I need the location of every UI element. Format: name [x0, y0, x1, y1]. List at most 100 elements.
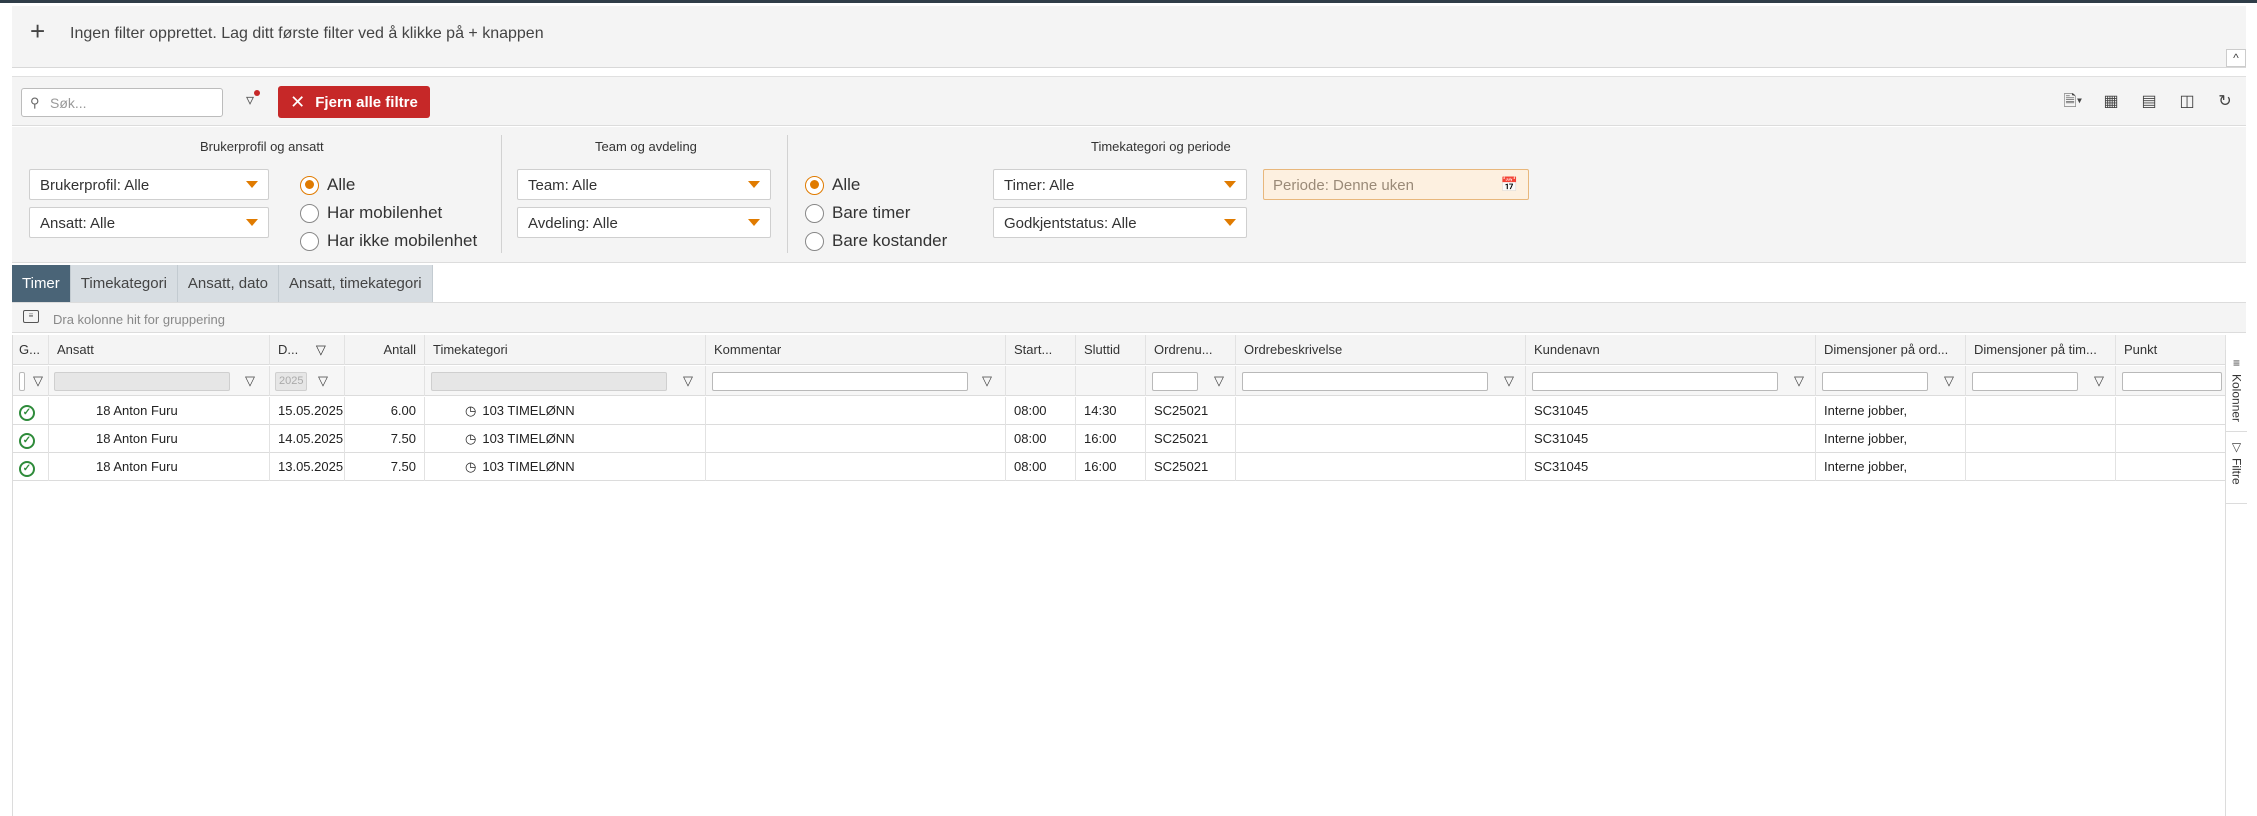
search-input[interactable] [50, 93, 218, 113]
columns-panel-label: Kolonner [2229, 374, 2244, 423]
layout-icon[interactable]: ▤ [2138, 91, 2160, 113]
filter-input-ordrenr[interactable] [1152, 372, 1198, 391]
filter-bar: + Ingen filter opprettet. Lag ditt først… [12, 6, 2246, 68]
table-row[interactable]: ✓ 18 Anton Furu 15.05.2025 6.00 ◷ 103 TIMELØN… [13, 397, 2226, 425]
filters-panel-label: Filtre [2229, 458, 2244, 485]
tab-ansatt-dato[interactable]: Ansatt, dato [177, 265, 279, 302]
add-filter-button[interactable]: + [30, 18, 45, 44]
filter-icon[interactable]: ▽ [982, 373, 992, 389]
radio-har-mobilenhet[interactable]: Har mobilenhet [300, 203, 442, 223]
filter-input-kommentar[interactable] [712, 372, 968, 391]
clear-all-filters-button[interactable]: ✕ Fjern alle filtre [278, 86, 430, 118]
filter-input-dim-time[interactable] [1972, 372, 2078, 391]
filter-input-g[interactable] [19, 372, 25, 391]
tab-ansatt-timekategori[interactable]: Ansatt, timekategori [278, 265, 433, 302]
close-icon: ✕ [290, 91, 306, 112]
table-row[interactable]: ✓ 18 Anton Furu 13.05.2025 7.50 ◷ 103 TIMELØN… [13, 453, 2226, 481]
grouping-bar[interactable]: ≡ Dra kolonne hit for gruppering [12, 302, 2246, 333]
brukerprofil-select[interactable]: Brukerprofil: Alle [29, 169, 269, 200]
filter-icon[interactable]: ▽ [1504, 373, 1514, 389]
columns-icon[interactable]: ◫ [2176, 91, 2198, 113]
column-header-kommentar[interactable]: Kommentar [706, 335, 1006, 365]
filter-icon[interactable]: ▽ [2094, 373, 2104, 389]
column-header-dim-ordre[interactable]: Dimensjoner på ord... [1816, 335, 1966, 365]
avdeling-select[interactable]: Avdeling: Alle [517, 207, 771, 238]
filter-cell-dim-time: ▽ [1966, 366, 2116, 396]
top-accent-line [0, 0, 2257, 3]
team-select[interactable]: Team: Alle [517, 169, 771, 200]
column-header-kundenavn[interactable]: Kundenavn [1526, 335, 1816, 365]
cell-kundenavn-text: SC31045 [1534, 459, 1589, 474]
cell-dim-ordre: Interne jobber, [1816, 397, 1966, 425]
filter-icon[interactable]: ▽ [318, 373, 328, 389]
cell-dim-ordre-text: Interne jobber, [1824, 431, 1908, 446]
column-header-sluttid[interactable]: Sluttid [1076, 335, 1146, 365]
chevron-down-icon [748, 219, 760, 226]
filter-icon[interactable]: ▽ [245, 373, 255, 389]
column-header-ordrenr[interactable]: Ordrenu... [1146, 335, 1236, 365]
cell-start-text: 08:00 [1014, 403, 1047, 418]
columns-list-icon: ≡ [2232, 356, 2240, 370]
radio-har-ikke-mobilenhet[interactable]: Har ikke mobilenhet [300, 231, 477, 251]
filter-input-dim-ordre[interactable] [1822, 372, 1928, 391]
column-header-start[interactable]: Start... [1006, 335, 1076, 365]
radio-mobile-alle[interactable]: Alle [300, 175, 355, 195]
tab-timer[interactable]: Timer [12, 265, 71, 302]
side-panel: ≡ Kolonner ▽ Filtre [2225, 350, 2247, 816]
timer-select[interactable]: Timer: Alle [993, 169, 1247, 200]
tab-timekategori[interactable]: Timekategori [70, 265, 178, 302]
filters-panel-button[interactable]: ▽ Filtre [2226, 434, 2247, 504]
cell-dato-text: 13.05.2025 [278, 459, 344, 474]
filter-icon[interactable]: ▽ [1214, 373, 1224, 389]
filter-cell-timekategori: ▽ [425, 366, 706, 396]
filter-icon[interactable]: ▽ [683, 373, 693, 389]
column-header-ansatt[interactable]: Ansatt [49, 335, 270, 365]
filter-icon[interactable]: ▽ [1794, 373, 1804, 389]
radio-type-alle[interactable]: Alle [805, 175, 860, 195]
excel-icon[interactable]: ▦ [2100, 91, 2122, 113]
column-header-ordrebeskrivelse[interactable]: Ordrebeskrivelse [1236, 335, 1526, 365]
column-header-dato[interactable]: D... ▽ [270, 335, 345, 365]
filter-icon[interactable]: ▽ [1944, 373, 1954, 389]
cell-dim-ordre-text: Interne jobber, [1824, 459, 1908, 474]
collapse-filter-bar-button[interactable]: ^ [2226, 49, 2246, 67]
ansatt-select[interactable]: Ansatt: Alle [29, 207, 269, 238]
filter-icon[interactable]: ▽ [316, 342, 326, 357]
grid-header: G... Ansatt D... ▽ Antall Timekategori K… [13, 335, 2226, 365]
filter-input-punkt[interactable] [2122, 372, 2222, 391]
column-header-timekategori[interactable]: Timekategori [425, 335, 706, 365]
radio-off-icon [805, 231, 824, 251]
filter-cell-sluttid [1076, 366, 1146, 396]
avdeling-value: Avdeling: Alle [528, 215, 618, 232]
radio-off-icon [300, 231, 319, 251]
columns-panel-button[interactable]: ≡ Kolonner [2226, 350, 2247, 432]
approved-status: ✓ [13, 397, 49, 425]
filter-icon[interactable]: ▽ [33, 373, 43, 389]
grouping-hint: Dra kolonne hit for gruppering [53, 312, 225, 327]
cell-ordrebeskrivelse [1236, 425, 1526, 453]
table-row[interactable]: ✓ 18 Anton Furu 14.05.2025 7.50 ◷ 103 TIMELØN… [13, 425, 2226, 453]
export-icon[interactable]: 🗎▾ [2062, 91, 2084, 113]
refresh-icon[interactable]: ↻ [2214, 91, 2236, 113]
periode-field[interactable]: Periode: Denne uken 📅 [1263, 169, 1529, 200]
timer-value: Timer: Alle [1004, 177, 1075, 194]
filter-input-kundenavn[interactable] [1532, 372, 1778, 391]
cell-kommentar [706, 453, 1006, 481]
column-header-dim-time[interactable]: Dimensjoner på tim... [1966, 335, 2116, 365]
column-header-punkt[interactable]: Punkt [2116, 335, 2226, 365]
cell-ansatt: 18 Anton Furu [49, 397, 270, 425]
radio-bare-timer[interactable]: Bare timer [805, 203, 910, 223]
cell-timekategori: ◷ 103 TIMELØNN [425, 397, 706, 425]
toolbar: ⚲ ▿ ✕ Fjern alle filtre 🗎▾ ▦ ▤ ◫ ↻ [12, 76, 2246, 126]
filter-input-ordrebeskrivelse[interactable] [1242, 372, 1488, 391]
column-header-g[interactable]: G... [13, 335, 49, 365]
cell-start-text: 08:00 [1014, 459, 1047, 474]
divider [787, 135, 788, 253]
filter-toggle-button[interactable]: ▿ [238, 90, 262, 114]
radio-bare-kostander[interactable]: Bare kostander [805, 231, 947, 251]
brukerprofil-value: Brukerprofil: Alle [40, 177, 150, 194]
column-header-antall[interactable]: Antall [345, 335, 425, 365]
godkjentstatus-select[interactable]: Godkjentstatus: Alle [993, 207, 1247, 238]
search-box[interactable]: ⚲ [21, 88, 223, 117]
filter-panel: Brukerprofil og ansatt Brukerprofil: All… [12, 127, 2246, 263]
